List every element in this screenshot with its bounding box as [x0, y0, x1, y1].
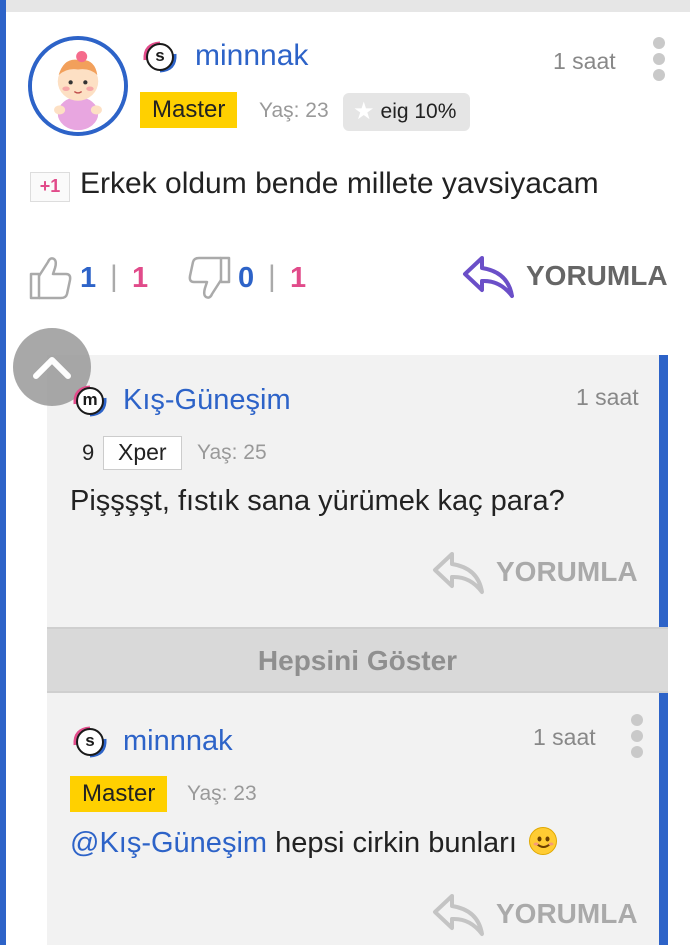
- more-options-icon[interactable]: [630, 714, 644, 758]
- username[interactable]: minnnak: [195, 39, 308, 73]
- reply-arrow-icon: [433, 894, 484, 936]
- eig-badge: ★ eig 10%: [343, 93, 471, 131]
- rank-badge: Xper: [103, 436, 182, 470]
- age-label: Yaş: 25: [197, 441, 267, 464]
- reply-username[interactable]: Kış-Güneşim: [123, 384, 291, 417]
- gender-icon: m: [70, 384, 110, 418]
- post-time: 1 saat: [553, 48, 616, 74]
- reply-time: 1 saat: [576, 384, 639, 410]
- reply-button[interactable]: YORUMLA: [432, 550, 642, 600]
- age-label: Yaş: 23: [259, 99, 329, 122]
- rank-badge: Master: [70, 776, 168, 812]
- vote-separator: |: [268, 260, 276, 293]
- reply-button[interactable]: YORUMLA: [432, 892, 642, 942]
- thumbs-down-icon[interactable]: [186, 254, 232, 302]
- like-count: 1: [80, 262, 97, 294]
- more-options-icon[interactable]: [652, 37, 666, 81]
- thumbs-up-icon[interactable]: [28, 254, 74, 302]
- vote-separator: |: [110, 260, 118, 293]
- dislike-count: 0: [238, 262, 255, 294]
- reply-label: YORUMLA: [496, 556, 638, 587]
- reply-arrow-icon: [463, 256, 514, 298]
- like-count-secondary: 1: [132, 262, 149, 294]
- post-text: Erkek oldum bende millete yavsiyacam: [80, 167, 599, 200]
- smiley-emoji-icon: [528, 827, 557, 855]
- gender-icon: s: [70, 725, 110, 759]
- show-all-label: Hepsini Göster: [257, 645, 458, 676]
- reply-label: YORUMLA: [496, 898, 638, 929]
- gender-icon: s: [140, 40, 180, 74]
- show-all-button[interactable]: Hepsini Göster: [47, 627, 668, 693]
- comment-thread: s minnnak 1 saat Master Yaş: 23 ★ eig 10%…: [0, 0, 690, 945]
- plus-one-badge[interactable]: +1: [30, 172, 70, 202]
- avatar[interactable]: [28, 36, 128, 136]
- user-mention[interactable]: @Kış-Güneşim: [70, 827, 267, 859]
- top-divider: [0, 0, 690, 12]
- reply-button[interactable]: YORUMLA: [462, 254, 672, 304]
- reply-text: @Kış-Güneşim hepsi cirkin bunları: [70, 827, 557, 860]
- thread-accent-bar: [0, 0, 6, 945]
- age-label: Yaş: 23: [187, 782, 257, 805]
- reply-time: 1 saat: [533, 724, 596, 750]
- reply-label: YORUMLA: [526, 260, 668, 291]
- reply-arrow-icon: [433, 552, 484, 594]
- reply-username[interactable]: minnnak: [123, 725, 233, 758]
- star-icon: ★: [353, 98, 375, 125]
- chevron-up-icon: [33, 357, 71, 379]
- rank-badge: Master: [140, 92, 238, 128]
- dislike-count-secondary: 1: [290, 262, 307, 294]
- reply-text: Pişşşşt, fıstık sana yürümek kaç para?: [70, 485, 565, 517]
- xper-level: 9: [82, 440, 95, 465]
